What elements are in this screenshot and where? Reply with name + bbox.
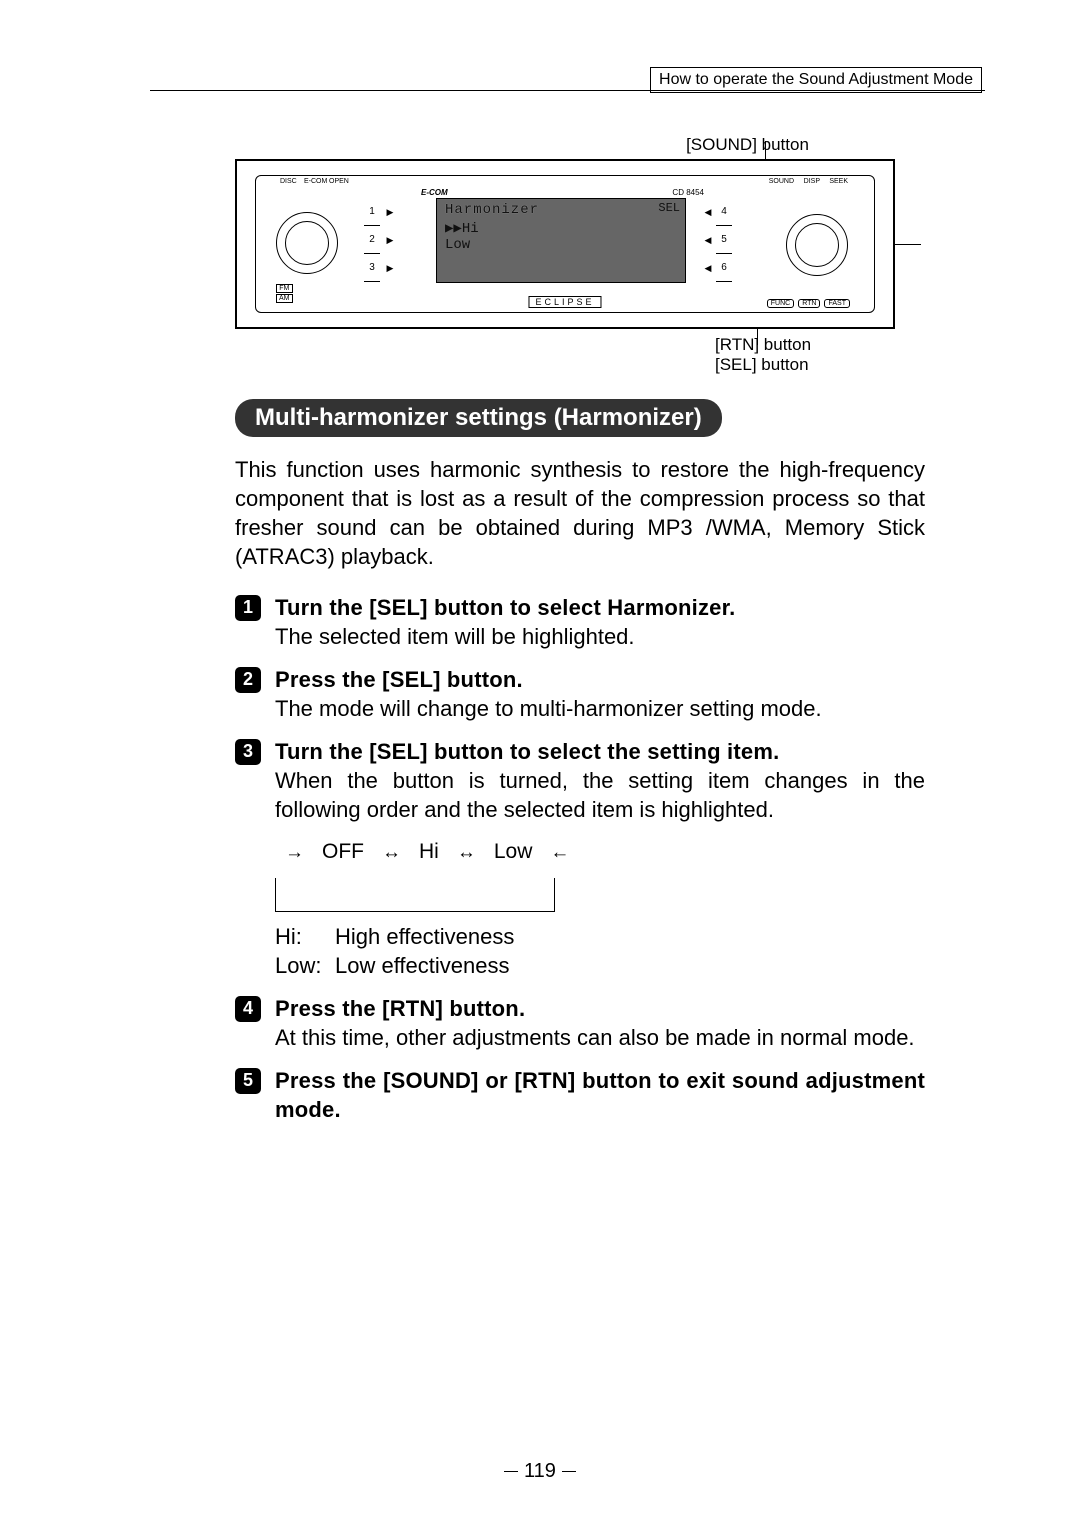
- callout-sel: [SEL] button: [715, 355, 809, 375]
- preset-column-right: 4 5 6: [716, 198, 732, 282]
- step-item: 2 Press the [SEL] button. The mode will …: [235, 665, 925, 723]
- volume-knob[interactable]: [276, 212, 338, 274]
- loop-bracket: [275, 878, 555, 912]
- step-item: 3 Turn the [SEL] button to select the se…: [235, 737, 925, 980]
- bottom-buttons: FUNC RTN FAST: [767, 299, 850, 308]
- page-number: 119: [0, 1460, 1080, 1483]
- am-button[interactable]: AM: [276, 294, 293, 303]
- step-heading: Press the [SOUND] or [RTN] button to exi…: [275, 1068, 925, 1122]
- callout-bottom: [RTN] button [SEL] button: [715, 335, 925, 375]
- step-body: When the button is turned, the setting i…: [275, 768, 925, 822]
- def-key: Hi:: [275, 922, 327, 951]
- content-column: [SOUND] button DISC E-COM OPEN SOUND DIS…: [235, 135, 925, 1124]
- screen-title: Harmonizer: [445, 202, 677, 218]
- sel-knob[interactable]: [786, 214, 848, 276]
- def-value: High effectiveness: [335, 922, 514, 951]
- step-number-badge: 5: [235, 1068, 261, 1094]
- step-item: 1 Turn the [SEL] button to select Harmon…: [235, 593, 925, 651]
- top-label: DISP: [804, 178, 820, 185]
- preset-button[interactable]: 1: [364, 198, 380, 226]
- step-number-badge: 4: [235, 996, 261, 1022]
- top-label: E-COM: [304, 178, 327, 185]
- callout-sound: [SOUND] button: [570, 135, 925, 155]
- flow-node: Low: [494, 838, 533, 866]
- intro-paragraph: This function uses harmonic synthesis to…: [235, 455, 925, 571]
- arrow-column: ◀◀◀: [702, 198, 714, 282]
- step-heading: Press the [RTN] button.: [275, 996, 525, 1021]
- footer-brand: ECLIPSE: [528, 296, 601, 308]
- preset-button[interactable]: 2: [364, 226, 380, 254]
- step-body: The selected item will be highlighted.: [275, 624, 635, 649]
- preset-button[interactable]: 4: [716, 198, 732, 226]
- breadcrumb: How to operate the Sound Adjustment Mode: [650, 67, 982, 93]
- leader-line: [893, 244, 921, 245]
- def-key: Low:: [275, 951, 327, 980]
- leader-line: [765, 141, 766, 161]
- sequence-diagram: → OFF ↔ Hi ↔ Low ←: [275, 838, 925, 912]
- step-heading: Turn the [SEL] button to select Harmoniz…: [275, 595, 735, 620]
- faceplate-inner: DISC E-COM OPEN SOUND DISP SEEK E-COM CD…: [255, 175, 875, 313]
- arrow-column: ▶▶▶: [384, 198, 396, 282]
- brand-label: E-COM: [421, 188, 448, 197]
- definitions: Hi: High effectiveness Low: Low effectiven…: [275, 922, 925, 980]
- fm-button[interactable]: FM: [276, 284, 293, 293]
- step-body: The mode will change to multi-harmonizer…: [275, 696, 822, 721]
- screen-sel-label: SEL: [658, 201, 680, 215]
- flow-node: OFF: [322, 838, 364, 866]
- preset-column-left: 1 2 3: [364, 198, 380, 282]
- step-heading: Press the [SEL] button.: [275, 667, 523, 692]
- step-heading: Turn the [SEL] button to select the sett…: [275, 739, 779, 764]
- step-number-badge: 2: [235, 667, 261, 693]
- leader-line: [757, 327, 758, 345]
- flow-node: Hi: [419, 838, 439, 866]
- arrow-icon: →: [285, 840, 304, 865]
- manual-page: How to operate the Sound Adjustment Mode…: [0, 0, 1080, 1533]
- preset-button[interactable]: 3: [364, 254, 380, 282]
- section-title: Multi-harmonizer settings (Harmonizer): [235, 399, 722, 437]
- step-list: 1 Turn the [SEL] button to select Harmon…: [235, 593, 925, 1124]
- arrow-icon: ←: [550, 840, 569, 865]
- top-label: SOUND: [769, 178, 794, 185]
- def-value: Low effectiveness: [335, 951, 509, 980]
- screen-row: ▶▶Hi: [445, 220, 677, 237]
- model-label: CD 8454: [672, 188, 704, 197]
- lcd-screen: Harmonizer SEL ▶▶Hi Low: [436, 198, 686, 283]
- band-buttons: FM AM: [276, 284, 293, 304]
- arrow-icon: ↔: [457, 840, 476, 865]
- preset-button[interactable]: 5: [716, 226, 732, 254]
- arrow-icon: ↔: [382, 840, 401, 865]
- rtn-button[interactable]: RTN: [798, 299, 820, 308]
- top-label: SEEK: [829, 178, 848, 185]
- top-label: OPEN: [329, 178, 349, 185]
- func-button[interactable]: FUNC: [767, 299, 794, 308]
- step-item: 5 Press the [SOUND] or [RTN] button to e…: [235, 1066, 925, 1124]
- top-label: DISC: [280, 178, 297, 185]
- callout-rtn: [RTN] button: [715, 335, 811, 355]
- step-number-badge: 1: [235, 595, 261, 621]
- step-item: 4 Press the [RTN] button. At this time, …: [235, 994, 925, 1052]
- stereo-faceplate: DISC E-COM OPEN SOUND DISP SEEK E-COM CD…: [235, 159, 895, 329]
- screen-row: Low: [445, 237, 677, 253]
- step-body: At this time, other adjustments can also…: [275, 1025, 915, 1050]
- step-number-badge: 3: [235, 739, 261, 765]
- fast-button[interactable]: FAST: [824, 299, 850, 308]
- preset-button[interactable]: 6: [716, 254, 732, 282]
